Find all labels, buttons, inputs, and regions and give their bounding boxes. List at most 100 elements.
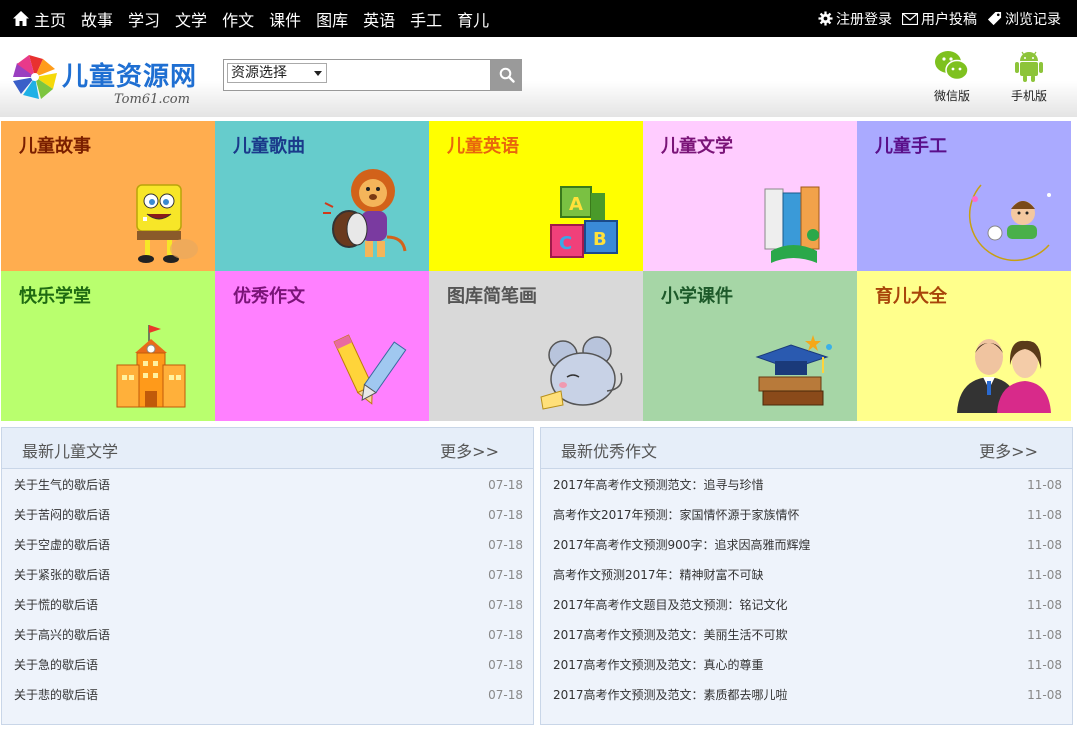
register-login-link[interactable]: 注册登录: [818, 9, 892, 29]
list-item: 2017高考作文预测及范文：美丽生活不可欺 11-08: [541, 619, 1072, 649]
chevron-down-icon: [314, 71, 322, 76]
tile-title: 小学课件: [661, 286, 733, 307]
tile-children-songs[interactable]: 儿童歌曲: [215, 121, 429, 271]
logo-text: 儿童资源网: [62, 62, 198, 92]
list-item: 关于苦闷的歇后语 07-18: [2, 499, 533, 529]
nav-item-label: 英语: [363, 10, 396, 30]
svg-text:A: A: [569, 194, 583, 215]
svg-text:B: B: [593, 229, 607, 250]
search-input[interactable]: 资源选择: [223, 59, 491, 91]
list-item: 关于急的歇后语 07-18: [2, 649, 533, 679]
svg-text:C: C: [559, 233, 572, 254]
list-item: 2017高考作文预测及范文：真心的尊重 11-08: [541, 649, 1072, 679]
latest-literature-panel: 最新儿童文学 更多>> 关于生气的歇后语 07-18 关于苦闷的歇后语 07-18 …: [1, 427, 534, 725]
tile-children-handcraft[interactable]: 儿童手工: [857, 121, 1071, 271]
more-link[interactable]: 更多>>: [440, 438, 499, 462]
nav-item-english[interactable]: 英语: [363, 7, 395, 31]
logo-domain: Tom61.com: [114, 92, 190, 107]
article-date: 11-08: [1027, 568, 1062, 582]
nav-item-parenting[interactable]: 育儿: [457, 7, 489, 31]
category-grid: 儿童故事 儿童歌曲 儿童英语 A C B 儿童文学 儿童手工 快乐学堂 优秀作文…: [1, 121, 1071, 421]
tile-children-literature[interactable]: 儿童文学: [643, 121, 857, 271]
nav-item-gallery[interactable]: 图库: [316, 7, 348, 31]
tile-title: 儿童文学: [661, 136, 733, 157]
nav-item-study[interactable]: 学习: [128, 7, 160, 31]
article-link[interactable]: 2017高考作文预测及范文：美丽生活不可欺: [553, 626, 788, 643]
register-login-label: 注册登录: [836, 11, 892, 28]
tile-children-stories[interactable]: 儿童故事: [1, 121, 215, 271]
nav-item-label: 育儿: [457, 10, 490, 30]
article-link[interactable]: 高考作文2017年预测：家国情怀源于家族情怀: [553, 506, 800, 523]
article-list: 关于生气的歇后语 07-18 关于苦闷的歇后语 07-18 关于空虚的歇后语 07-1…: [2, 469, 533, 709]
tile-parenting-guide[interactable]: 育儿大全: [857, 271, 1071, 421]
android-icon: [1015, 51, 1043, 82]
resource-select[interactable]: 资源选择: [227, 63, 327, 83]
nav-item-courseware[interactable]: 课件: [269, 7, 301, 31]
article-date: 07-18: [488, 538, 523, 552]
article-link[interactable]: 高考作文预测2017年：精神财富不可缺: [553, 566, 764, 583]
lion-drummer-icon: [323, 169, 407, 257]
sponge-cartoon-icon: [136, 184, 198, 263]
wechat-icon: [935, 51, 969, 81]
graduation-books-icon: [755, 335, 832, 406]
site-logo[interactable]: 儿童资源网 Tom61.com: [10, 50, 200, 112]
nav-item-label: 手工: [410, 10, 443, 30]
article-link[interactable]: 关于急的歇后语: [14, 656, 98, 673]
article-link[interactable]: 2017高考作文预测及范文：真心的尊重: [553, 656, 764, 673]
article-link[interactable]: 2017年高考作文预测900字：追求因高雅而辉煌: [553, 536, 810, 553]
nav-item-story[interactable]: 故事: [81, 7, 113, 31]
nav-item-label: 作文: [222, 10, 255, 30]
top-navigation-bar: 主页 故事 学习 文学 作文 课件 图库 英语 手工 育儿 注册登录 用户投稿 …: [0, 0, 1077, 37]
nav-item-label: 图库: [316, 10, 349, 30]
home-icon: [13, 11, 29, 26]
article-link[interactable]: 关于生气的歇后语: [14, 476, 110, 493]
search-form: 资源选择: [223, 59, 522, 91]
article-link[interactable]: 2017高考作文预测及范文：素质都去哪儿啦: [553, 686, 788, 703]
mobile-version-link[interactable]: 手机版: [999, 49, 1059, 104]
main-nav: 主页 故事 学习 文学 作文 课件 图库 英语 手工 育儿: [12, 0, 504, 37]
tile-happy-classroom[interactable]: 快乐学堂: [1, 271, 215, 421]
tile-title: 快乐学堂: [19, 286, 91, 307]
browse-history-link[interactable]: 浏览记录: [987, 9, 1061, 29]
article-link[interactable]: 关于高兴的歇后语: [14, 626, 110, 643]
article-date: 11-08: [1027, 688, 1062, 702]
wechat-version-link[interactable]: 微信版: [922, 49, 982, 104]
article-link[interactable]: 关于空虚的歇后语: [14, 536, 110, 553]
list-item: 关于高兴的歇后语 07-18: [2, 619, 533, 649]
tile-primary-courseware[interactable]: 小学课件: [643, 271, 857, 421]
article-link[interactable]: 关于悲的歇后语: [14, 686, 98, 703]
article-date: 07-18: [488, 688, 523, 702]
more-link[interactable]: 更多>>: [979, 438, 1038, 462]
nav-item-handcraft[interactable]: 手工: [410, 7, 442, 31]
tile-title: 儿童英语: [447, 136, 519, 157]
user-nav: 注册登录 用户投稿 浏览记录: [808, 0, 1061, 37]
tile-title: 图库简笔画: [447, 286, 537, 307]
user-submit-link[interactable]: 用户投稿: [902, 9, 977, 29]
list-item: 关于悲的歇后语 07-18: [2, 679, 533, 709]
article-link[interactable]: 关于慌的歇后语: [14, 596, 98, 613]
search-button[interactable]: [491, 59, 522, 91]
resource-select-value: 资源选择: [231, 65, 287, 81]
article-link[interactable]: 2017年高考作文预测范文：追寻与珍惜: [553, 476, 764, 493]
user-submit-label: 用户投稿: [921, 11, 977, 28]
panel-title: 最新优秀作文: [561, 442, 658, 461]
nav-item-label: 学习: [128, 10, 161, 30]
nav-item-home[interactable]: 主页: [12, 7, 66, 31]
tile-title: 育儿大全: [875, 286, 947, 307]
list-item: 关于慌的歇后语 07-18: [2, 589, 533, 619]
tile-children-english[interactable]: 儿童英语 A C B: [429, 121, 643, 271]
search-icon: [499, 67, 515, 83]
nav-item-composition[interactable]: 作文: [222, 7, 254, 31]
article-date: 07-18: [488, 568, 523, 582]
nav-item-literature[interactable]: 文学: [175, 7, 207, 31]
tile-gallery-sketches[interactable]: 图库简笔画: [429, 271, 643, 421]
tile-excellent-composition[interactable]: 优秀作文: [215, 271, 429, 421]
article-link[interactable]: 关于紧张的歇后语: [14, 566, 110, 583]
article-list: 2017年高考作文预测范文：追寻与珍惜 11-08 高考作文2017年预测：家国情…: [541, 469, 1072, 709]
nav-item-label: 故事: [81, 10, 114, 30]
article-date: 11-08: [1027, 628, 1062, 642]
moon-child-icon: [968, 184, 1051, 262]
list-item: 2017年高考作文题目及范文预测：铭记文化 11-08: [541, 589, 1072, 619]
article-link[interactable]: 2017年高考作文题目及范文预测：铭记文化: [553, 596, 788, 613]
article-link[interactable]: 关于苦闷的歇后语: [14, 506, 110, 523]
